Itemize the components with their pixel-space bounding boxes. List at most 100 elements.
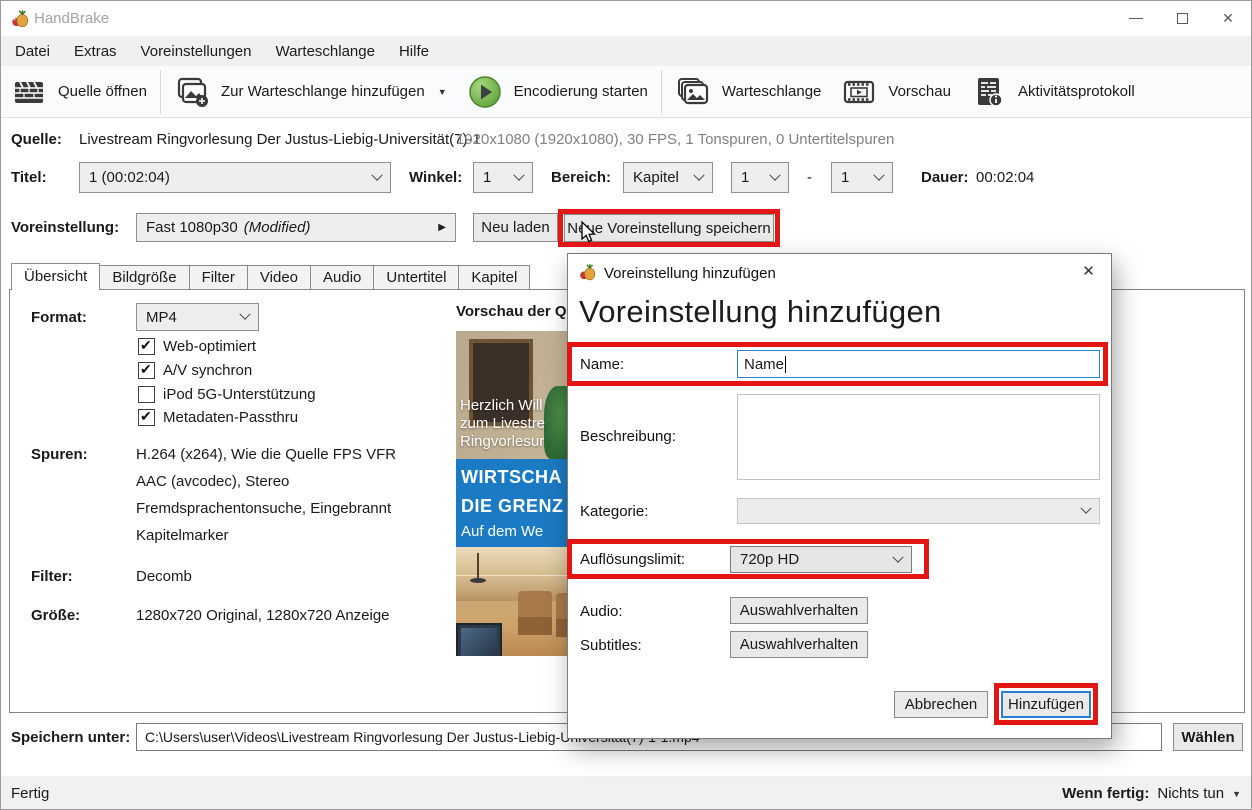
tab-video[interactable]: Video <box>247 265 311 290</box>
activity-log-label: Aktivitätsprotokoll <box>1018 83 1135 100</box>
resolution-limit-select[interactable]: 720p HD <box>730 546 912 573</box>
checkbox-web-optimized[interactable]: Web-optimiert <box>138 338 256 355</box>
dialog-close-button[interactable]: ✕ <box>1066 254 1111 288</box>
format-value: MP4 <box>146 309 241 326</box>
status-text: Fertig <box>11 785 49 802</box>
reload-preset-label: Neu laden <box>481 219 549 236</box>
tab-kapitel[interactable]: Kapitel <box>458 265 530 290</box>
title-bar: HandBrake ✕ <box>1 1 1251 36</box>
tab-bar: Übersicht Bildgröße Filter Video Audio U… <box>11 265 529 290</box>
menu-voreinstellungen[interactable]: Voreinstellungen <box>129 38 264 65</box>
add-button[interactable]: Hinzufügen <box>1001 691 1091 718</box>
save-as-label: Speichern unter: <box>11 729 130 746</box>
checkbox-icon[interactable] <box>138 409 155 426</box>
preview-banner-line: DIE GRENZ <box>461 496 564 517</box>
source-label: Quelle: <box>11 131 62 148</box>
preview-caption-line: Ringvorlesur <box>460 433 544 450</box>
title-select-value: 1 (00:02:04) <box>89 169 373 186</box>
range-label: Bereich: <box>551 169 611 186</box>
chevron-down-icon <box>513 169 524 180</box>
browse-button[interactable]: Wählen <box>1173 723 1243 751</box>
start-encode-label: Encodierung starten <box>514 83 648 100</box>
add-to-queue-button[interactable]: Zur Warteschlange hinzufügen ▼ <box>164 66 457 117</box>
chevron-down-icon <box>873 169 884 180</box>
audio-selection-behavior-label: Auswahlverhalten <box>740 602 858 619</box>
checkbox-ipod-5g[interactable]: iPod 5G-Unterstützung <box>138 386 316 403</box>
when-done-control[interactable]: Wenn fertig: Nichts tun ▼ <box>1062 785 1241 802</box>
tab-untertitel[interactable]: Untertitel <box>373 265 459 290</box>
range-separator: - <box>807 169 812 186</box>
maximize-button[interactable] <box>1159 1 1205 36</box>
menu-extras[interactable]: Extras <box>62 38 129 65</box>
save-new-preset-button[interactable]: Neue Voreinstellung speichern <box>564 214 774 242</box>
duration-label: Dauer: <box>921 169 969 186</box>
open-source-button[interactable]: Quelle öffnen <box>1 66 157 117</box>
range-from-select[interactable]: 1 <box>731 162 789 193</box>
subtitles-selection-behavior-label: Auswahlverhalten <box>740 636 858 653</box>
checkbox-label: iPod 5G-Unterstützung <box>163 386 316 403</box>
range-to-select[interactable]: 1 <box>831 162 893 193</box>
checkbox-label: A/V synchron <box>163 362 252 379</box>
text-caret <box>785 356 786 373</box>
checkbox-metadata-passthru[interactable]: Metadaten-Passthru <box>138 409 298 426</box>
minimize-button[interactable] <box>1113 1 1159 36</box>
preview-caption-line: zum Livestre <box>460 415 545 432</box>
subtitles-label: Subtitles: <box>580 637 642 654</box>
add-to-queue-dropdown-icon[interactable]: ▼ <box>438 87 447 97</box>
menu-hilfe[interactable]: Hilfe <box>387 38 441 65</box>
category-select[interactable] <box>737 498 1100 524</box>
chevron-down-icon <box>1080 503 1091 514</box>
tab-audio[interactable]: Audio <box>310 265 374 290</box>
duration-value: 00:02:04 <box>976 169 1034 186</box>
activity-log-button[interactable]: Aktivitätsprotokoll <box>961 66 1145 117</box>
track-line: H.264 (x264), Wie die Quelle FPS VFR <box>136 446 396 463</box>
tab-bildgroesse[interactable]: Bildgröße <box>99 265 189 290</box>
checkbox-label: Web-optimiert <box>163 338 256 355</box>
tab-uebersicht[interactable]: Übersicht <box>11 263 100 290</box>
title-select[interactable]: 1 (00:02:04) <box>79 162 391 193</box>
range-type-value: Kapitel <box>633 169 695 186</box>
queue-button[interactable]: Warteschlange <box>665 66 832 117</box>
checkbox-av-sync[interactable]: A/V synchron <box>138 362 252 379</box>
checkbox-icon[interactable] <box>138 338 155 355</box>
chevron-down-icon <box>892 551 903 562</box>
audio-selection-behavior-button[interactable]: Auswahlverhalten <box>730 597 868 624</box>
browse-label: Wählen <box>1181 729 1234 746</box>
add-to-queue-label: Zur Warteschlange hinzufügen <box>221 83 425 100</box>
track-line: Fremdsprachentonsuche, Eingebrannt <box>136 500 391 517</box>
chevron-down-icon <box>239 309 250 320</box>
tab-filter[interactable]: Filter <box>189 265 248 290</box>
reload-preset-button[interactable]: Neu laden <box>473 213 558 242</box>
tracks-label: Spuren: <box>31 446 88 463</box>
preset-modified-flag: (Modified) <box>244 219 439 236</box>
preset-value: Fast 1080p30 <box>146 219 238 236</box>
minimize-icon <box>1129 18 1143 19</box>
toolbar-separator <box>160 70 161 114</box>
range-type-select[interactable]: Kapitel <box>623 162 713 193</box>
checkbox-icon[interactable] <box>138 386 155 403</box>
cancel-button[interactable]: Abbrechen <box>894 691 988 718</box>
when-done-label: Wenn fertig: <box>1062 785 1149 802</box>
menu-datei[interactable]: Datei <box>3 38 62 65</box>
toolbar: Quelle öffnen Zur Warteschlange hinzufüg… <box>1 66 1251 118</box>
start-encode-button[interactable]: Encodierung starten <box>457 66 658 117</box>
preset-select[interactable]: Fast 1080p30 (Modified) ▶ <box>136 213 456 242</box>
preview-chair <box>518 591 552 635</box>
track-line: AAC (avcodec), Stereo <box>136 473 289 490</box>
menu-warteschlange[interactable]: Warteschlange <box>263 38 387 65</box>
queue-icon <box>675 74 711 110</box>
format-select[interactable]: MP4 <box>136 303 259 331</box>
preset-name-input[interactable]: Name <box>737 350 1100 378</box>
checkbox-icon[interactable] <box>138 362 155 379</box>
angle-select[interactable]: 1 <box>473 162 533 193</box>
subtitles-selection-behavior-button[interactable]: Auswahlverhalten <box>730 631 868 658</box>
filter-value: Decomb <box>136 568 192 585</box>
preset-name-value: Name <box>744 356 784 373</box>
close-icon: ✕ <box>1222 10 1234 27</box>
description-textarea[interactable] <box>737 394 1100 480</box>
when-done-dropdown-icon: ▼ <box>1232 789 1241 799</box>
source-details: 1920x1080 (1920x1080), 30 FPS, 1 Tonspur… <box>456 131 894 148</box>
preview-button[interactable]: Vorschau <box>831 66 961 117</box>
dialog-title: Voreinstellung hinzufügen <box>604 265 776 282</box>
close-button[interactable]: ✕ <box>1205 1 1251 36</box>
